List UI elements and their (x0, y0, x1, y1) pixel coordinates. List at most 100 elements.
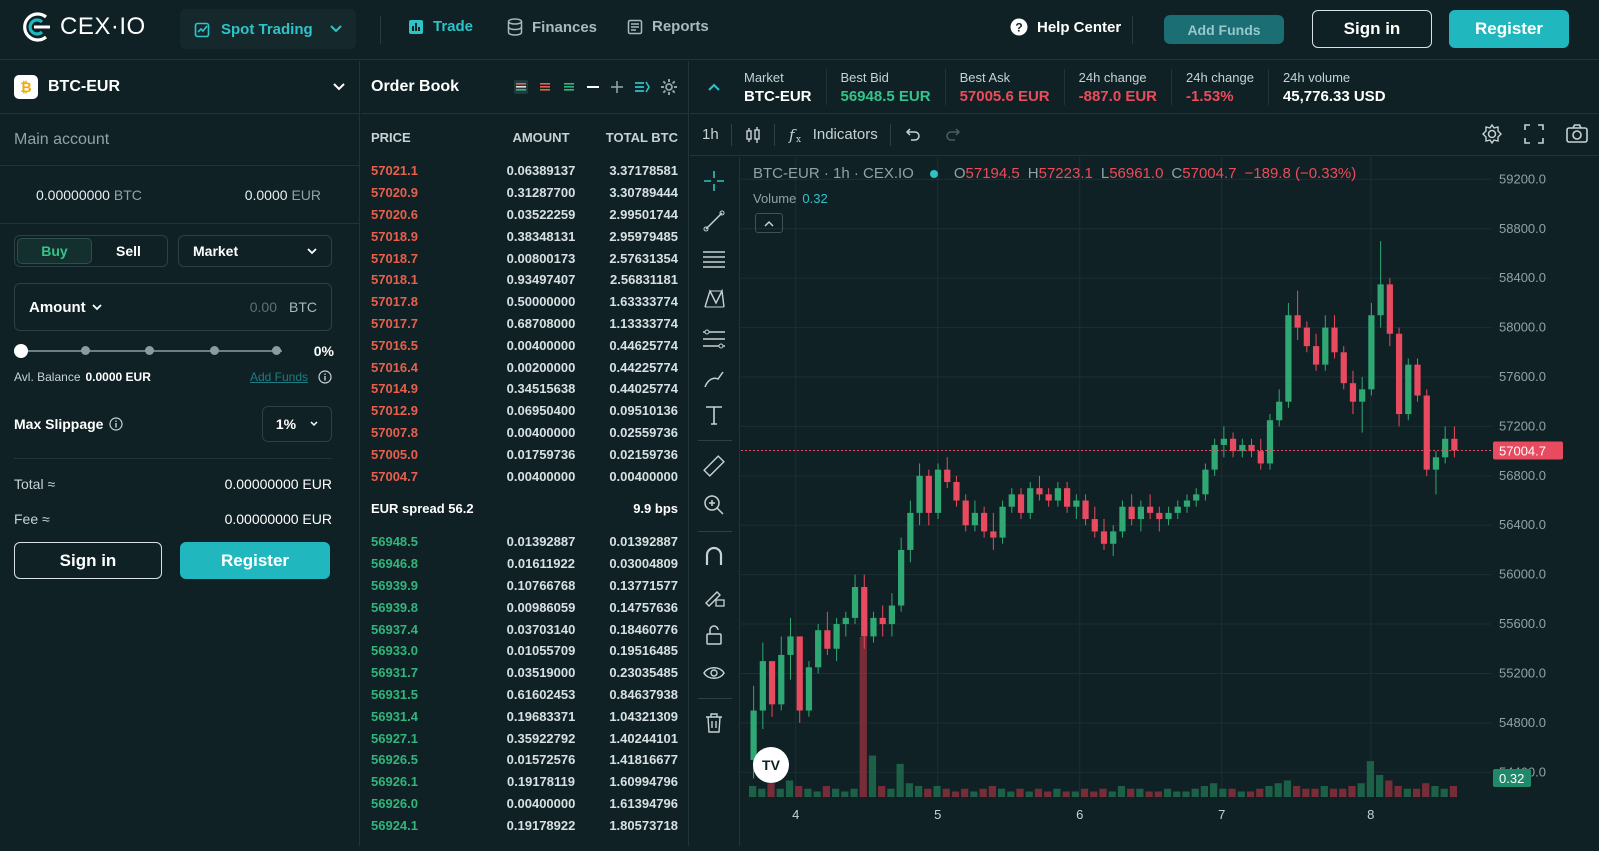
volume-bar (1440, 788, 1448, 797)
spot-trading-selector[interactable]: Spot Trading (180, 9, 356, 49)
col-amount: AMOUNT (512, 129, 570, 145)
slider-handle[interactable] (14, 344, 28, 358)
bid-row[interactable]: 56926.5 0.01572576 1.41816677 (361, 749, 688, 771)
trash-icon[interactable] (702, 711, 726, 735)
ask-row[interactable]: 57014.9 0.34515638 0.44025774 (361, 378, 688, 400)
zoom-in-icon[interactable] (702, 493, 726, 517)
bid-row[interactable]: 56931.4 0.19683371 1.04321309 (361, 705, 688, 727)
ask-total: 1.13333774 (609, 315, 678, 331)
bid-row[interactable]: 56926.0 0.00400000 1.61394796 (361, 793, 688, 815)
info-icon[interactable] (109, 417, 124, 431)
ask-row[interactable]: 57007.8 0.00400000 0.02559736 (361, 422, 688, 444)
sign-in-button[interactable]: Sign in (1312, 10, 1432, 48)
ask-row[interactable]: 57017.8 0.50000000 1.63333774 (361, 291, 688, 313)
sell-tab[interactable]: Sell (92, 238, 165, 264)
info-icon[interactable] (318, 370, 332, 384)
sign-in-button[interactable]: Sign in (14, 542, 162, 579)
ask-row[interactable]: 57012.9 0.06950400 0.09510136 (361, 400, 688, 422)
bid-row[interactable]: 56926.1 0.19178119 1.60994796 (361, 771, 688, 793)
register-button[interactable]: Register (1449, 10, 1569, 48)
ask-row[interactable]: 57018.9 0.38348131 2.95979485 (361, 225, 688, 247)
redo-button[interactable] (933, 127, 975, 142)
amount-value[interactable]: 0.00 (102, 299, 277, 315)
collapse-ticker-button[interactable] (690, 83, 738, 91)
slider-step-100[interactable] (272, 346, 281, 355)
bid-row[interactable]: 56927.1 0.35922792 1.40244101 (361, 727, 688, 749)
slider-step-75[interactable] (210, 346, 219, 355)
pair-selector[interactable]: ₿ BTC-EUR (0, 61, 359, 114)
bid-row[interactable]: 56946.8 0.01611922 0.03004809 (361, 553, 688, 575)
settings-icon[interactable] (1481, 123, 1503, 145)
buy-tab[interactable]: Buy (17, 238, 92, 264)
ask-row[interactable]: 57016.4 0.00200000 0.44225774 (361, 356, 688, 378)
bid-row[interactable]: 56924.1 0.19178922 1.80573718 (361, 814, 688, 836)
ohlc-high: H57223.1 (1028, 165, 1093, 182)
brush-icon[interactable] (702, 367, 726, 391)
bid-row[interactable]: 56931.5 0.61602453 0.84637938 (361, 684, 688, 706)
undo-button[interactable] (891, 127, 933, 142)
cexio-logo[interactable]: CEX·IO (18, 12, 146, 42)
candlestick-chart[interactable]: 59200.0 58800.0 58400.0 58000.0 57600.0 57200… (741, 157, 1599, 846)
plus-icon[interactable] (610, 80, 624, 94)
nav-reports[interactable]: Reports (627, 18, 709, 35)
grouping-icon[interactable] (634, 80, 650, 94)
bid-row[interactable]: 56948.5 0.01392887 0.01392887 (361, 531, 688, 553)
order-type-select[interactable]: Market (178, 235, 332, 267)
ask-row[interactable]: 57004.7 0.00400000 0.00400000 (361, 465, 688, 487)
amount-input[interactable]: Amount 0.00 BTC (14, 283, 332, 331)
tradingview-logo-icon[interactable]: TV (753, 747, 789, 783)
ask-row[interactable]: 57020.9 0.31287700 3.30789444 (361, 182, 688, 204)
book-bids-view-icon[interactable] (562, 80, 576, 94)
ask-row[interactable]: 57018.1 0.93497407 2.56831181 (361, 269, 688, 291)
chart-style-button[interactable] (732, 126, 774, 144)
camera-icon[interactable] (1565, 123, 1589, 145)
slider-step-50[interactable] (145, 346, 154, 355)
lock-drawing-icon[interactable] (702, 585, 726, 609)
nav-trade[interactable]: Trade (408, 18, 473, 35)
ask-row[interactable]: 57018.7 0.00800173 2.57631354 (361, 247, 688, 269)
ask-price: 57016.4 (371, 359, 418, 375)
ask-row[interactable]: 57005.0 0.01759736 0.02159736 (361, 443, 688, 465)
candle-body (1211, 444, 1218, 470)
lock-icon[interactable] (702, 623, 726, 647)
price-chart[interactable]: 59200.0 58800.0 58400.0 58000.0 57600.0 57200… (741, 157, 1599, 846)
bid-row[interactable]: 56939.8 0.00986059 0.14757636 (361, 596, 688, 618)
trend-line-icon[interactable] (702, 209, 726, 233)
fullscreen-icon[interactable] (1523, 123, 1545, 145)
y-tick-label: 57600.0 (1499, 369, 1546, 384)
slider-step-25[interactable] (81, 346, 90, 355)
ask-row[interactable]: 57021.1 0.06389137 3.37178581 (361, 160, 688, 182)
candle-body (759, 661, 766, 711)
eye-icon[interactable] (702, 661, 726, 685)
bid-row[interactable]: 56931.7 0.03519000 0.23035485 (361, 662, 688, 684)
collapse-legend-button[interactable] (755, 213, 783, 233)
interval-button[interactable]: 1h (690, 126, 731, 143)
book-asks-view-icon[interactable] (538, 80, 552, 94)
indicators-button[interactable]: f x Indicators (775, 126, 890, 144)
gear-icon[interactable] (660, 78, 678, 96)
ruler-icon[interactable] (702, 454, 726, 478)
crosshair-icon[interactable] (702, 169, 726, 193)
ask-row[interactable]: 57016.5 0.00400000 0.44625774 (361, 334, 688, 356)
bid-row[interactable]: 56939.9 0.10766768 0.13771577 (361, 575, 688, 597)
add-funds-button[interactable]: Add Funds (1164, 15, 1284, 44)
register-button[interactable]: Register (180, 542, 330, 579)
help-center-link[interactable]: ? Help Center (1010, 18, 1121, 36)
ask-row[interactable]: 57017.7 0.68708000 1.13333774 (361, 313, 688, 335)
text-tool-icon[interactable] (702, 403, 726, 427)
add-funds-link[interactable]: Add Funds (250, 370, 308, 384)
max-slippage-select[interactable]: 1% (262, 406, 332, 442)
nav-finances[interactable]: Finances (507, 18, 597, 36)
magnet-icon[interactable] (702, 545, 726, 569)
horizontal-lines-icon[interactable] (702, 247, 726, 271)
book-both-view-icon[interactable] (514, 80, 528, 94)
amount-slider[interactable]: 0% (14, 341, 334, 361)
bid-row[interactable]: 56937.4 0.03703140 0.18460776 (361, 618, 688, 640)
bid-row[interactable]: 56933.0 0.01055709 0.19516485 (361, 640, 688, 662)
ask-row[interactable]: 57020.6 0.03522259 2.99501744 (361, 204, 688, 226)
minus-icon[interactable] (586, 80, 600, 94)
candle-body (907, 512, 914, 550)
pattern-icon[interactable] (702, 287, 726, 311)
amount-type-select[interactable]: Amount (29, 299, 102, 316)
forecast-icon[interactable] (702, 327, 726, 351)
